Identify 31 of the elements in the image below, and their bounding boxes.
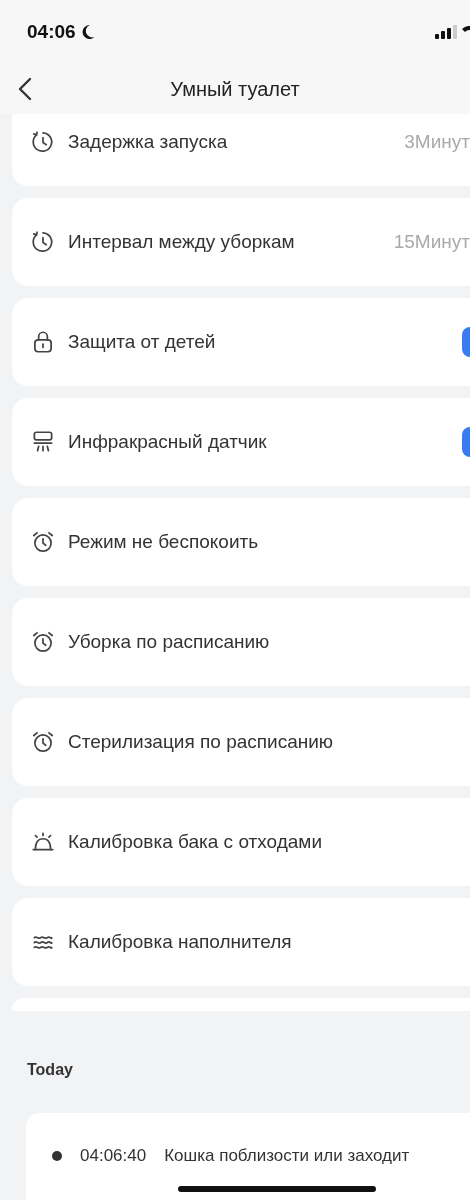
setting-value: 3Минут [404,131,470,154]
setting-label: Уборка по расписанию [68,631,271,654]
setting-label: Стерилизация по расписанию [68,731,335,754]
settings-card[interactable]: Калибровка наполнителя [12,898,470,987]
setting-value: 15Минут [393,231,470,254]
settings-card[interactable]: Стерилизация по расписанию [12,698,470,787]
wifi-icon [462,25,470,32]
settings-card[interactable]: Инфракрасный датчик [12,398,470,487]
setting-label: Задержка запуска [68,131,229,154]
signal-icon [435,24,457,39]
toggle-switch[interactable] [462,327,470,358]
toggle-switch[interactable] [462,427,470,458]
setting-label: Инфракрасный датчик [68,431,268,454]
settings-card[interactable]: Уборка по расписанию [12,598,470,687]
settings-card[interactable]: Задержка запуска 3Минут [12,114,470,187]
settings-card[interactable]: Защита от детей [12,298,470,387]
page-title: Умный туалет [170,77,300,101]
settings-card[interactable]: Режим не беспокоить [12,498,470,587]
setting-label: Интервал между уборкам [68,231,296,254]
setting-label: Защита от детей [68,331,217,354]
section-heading: Today [27,1060,74,1079]
setting-label: Режим не беспокоить [68,531,260,554]
status-time: 04:06 [27,20,76,43]
settings-card[interactable]: Калибровка бака с отходами [12,798,470,887]
record-text: Кошка поблизости или заходит [164,1146,410,1167]
setting-label: Калибровка наполнителя [68,931,293,954]
bullet-dot [52,1151,62,1162]
settings-card[interactable]: Интервал между уборкам 15Минут [12,198,470,287]
moon-icon [80,23,95,40]
record-time: 04:06:40 [80,1146,147,1167]
setting-label: Калибровка бака с отходами [68,831,323,854]
